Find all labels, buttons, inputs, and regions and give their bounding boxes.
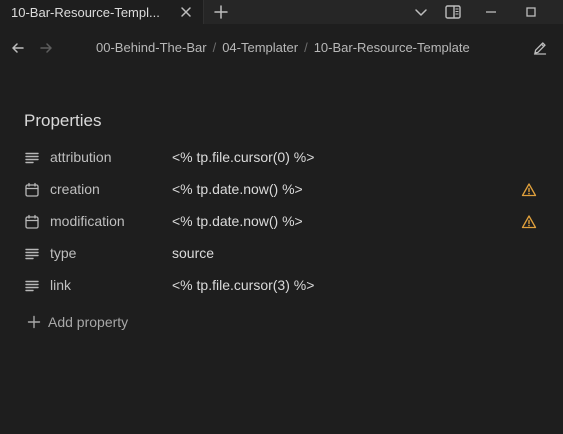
property-row-attribution[interactable]: attribution <% tp.file.cursor(0) %> xyxy=(20,144,545,172)
property-row-type[interactable]: type source xyxy=(20,240,545,268)
property-row-link[interactable]: link <% tp.file.cursor(3) %> xyxy=(20,272,545,300)
property-row-modification[interactable]: modification <% tp.date.now() %> xyxy=(20,208,545,236)
breadcrumb-item[interactable]: 10-Bar-Resource-Template xyxy=(314,40,470,55)
breadcrumb-item[interactable]: 00-Behind-The-Bar xyxy=(96,40,207,55)
active-tab[interactable]: 10-Bar-Resource-Templ... xyxy=(0,0,204,24)
text-lines-icon[interactable] xyxy=(24,246,40,262)
property-key[interactable]: type xyxy=(50,245,76,261)
property-value[interactable]: <% tp.date.now() %> xyxy=(172,213,303,229)
plus-icon[interactable] xyxy=(213,4,229,20)
property-row-creation[interactable]: creation <% tp.date.now() %> xyxy=(20,176,545,204)
maximize-icon[interactable] xyxy=(522,3,540,21)
text-lines-icon[interactable] xyxy=(24,150,40,166)
breadcrumb: 00-Behind-The-Bar / 04-Templater / 10-Bar-Re… xyxy=(96,40,470,55)
text-lines-icon[interactable] xyxy=(24,278,40,294)
property-value[interactable]: <% tp.file.cursor(0) %> xyxy=(172,149,314,165)
property-value[interactable]: source xyxy=(172,245,214,261)
back-arrow-icon[interactable] xyxy=(10,40,26,56)
breadcrumb-separator: / xyxy=(212,40,217,55)
properties-heading[interactable]: Properties xyxy=(24,111,101,131)
add-property-label: Add property xyxy=(48,314,129,330)
warning-icon[interactable] xyxy=(521,182,537,198)
plus-icon xyxy=(26,314,42,330)
close-icon[interactable] xyxy=(179,5,193,19)
property-value[interactable]: <% tp.file.cursor(3) %> xyxy=(172,277,314,293)
title-bar: 10-Bar-Resource-Templ... xyxy=(0,0,563,24)
sidebar-toggle-icon[interactable] xyxy=(444,3,462,21)
view-header: 00-Behind-The-Bar / 04-Templater / 10-Bar-Re… xyxy=(0,24,563,72)
warning-icon[interactable] xyxy=(521,214,537,230)
breadcrumb-separator: / xyxy=(304,40,308,55)
chevron-down-icon[interactable] xyxy=(412,3,430,21)
property-value[interactable]: <% tp.date.now() %> xyxy=(172,181,303,197)
property-key[interactable]: attribution xyxy=(50,149,111,165)
property-key[interactable]: creation xyxy=(50,181,100,197)
calendar-icon[interactable] xyxy=(24,182,40,198)
property-key[interactable]: modification xyxy=(50,213,125,229)
calendar-icon[interactable] xyxy=(24,214,40,230)
forward-arrow-icon[interactable] xyxy=(38,40,54,56)
pencil-icon[interactable] xyxy=(532,40,548,56)
breadcrumb-item[interactable]: 04-Templater xyxy=(222,40,298,55)
property-key[interactable]: link xyxy=(50,277,71,293)
minimize-icon[interactable] xyxy=(482,3,500,21)
tab-title: 10-Bar-Resource-Templ... xyxy=(11,5,160,20)
